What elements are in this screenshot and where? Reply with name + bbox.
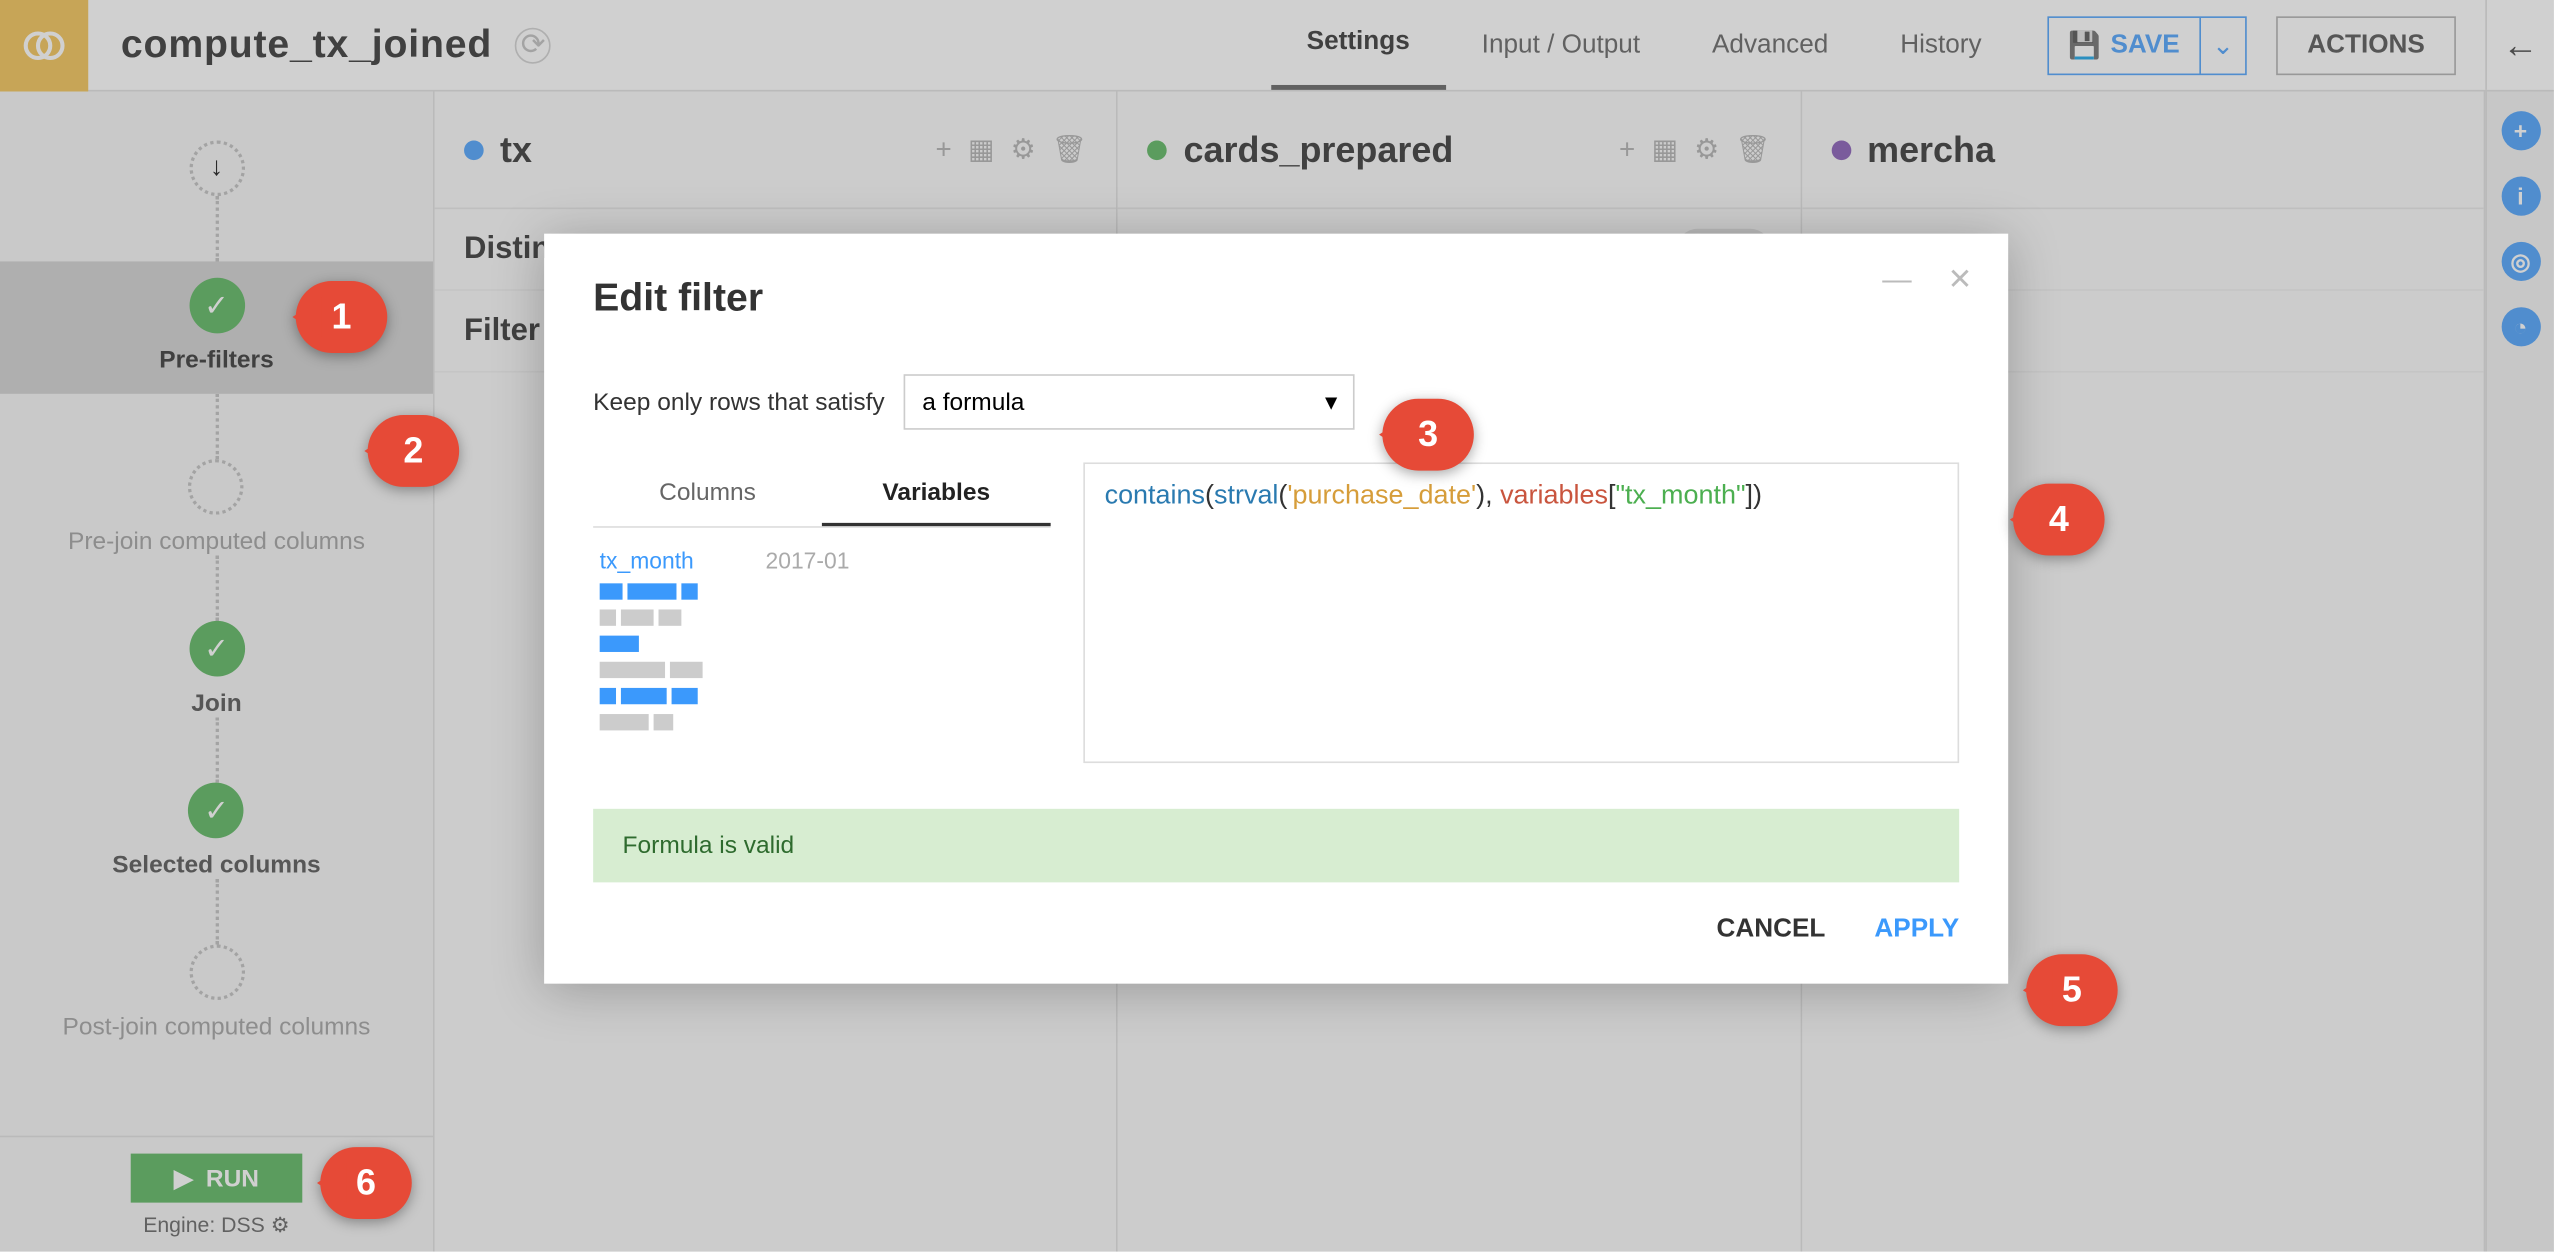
annotation-callout-6: 6 (320, 1147, 412, 1219)
modal-title: Edit filter (593, 276, 1959, 322)
select-value: a formula (922, 388, 1024, 416)
variable-value: 2017-01 (766, 547, 850, 573)
annotation-callout-2: 2 (368, 415, 460, 487)
variables-panel: Columns Variables tx_month 2017-01 (593, 462, 1051, 763)
annotation-callout-1: 1 (296, 281, 388, 353)
formula-valid-banner: Formula is valid (593, 809, 1959, 883)
cancel-button[interactable]: CANCEL (1716, 915, 1825, 944)
apply-button[interactable]: APPLY (1874, 915, 1959, 944)
var-tab-variables[interactable]: Variables (822, 462, 1051, 526)
annotation-callout-3: 3 (1382, 399, 1474, 471)
close-icon[interactable]: ✕ (1948, 263, 1973, 297)
annotation-callout-5: 5 (2026, 954, 2118, 1026)
var-tab-columns[interactable]: Columns (593, 462, 822, 526)
minimize-icon[interactable]: — (1882, 263, 1911, 297)
chevron-down-icon: ▾ (1325, 387, 1337, 416)
formula-editor: Columns Variables tx_month 2017-01 (593, 462, 1959, 763)
annotation-callout-4: 4 (2013, 484, 2105, 556)
edit-filter-modal: — ✕ Edit filter Keep only rows that sati… (544, 234, 2008, 984)
variable-name[interactable]: tx_month (600, 547, 694, 573)
keep-rows-label: Keep only rows that satisfy (593, 388, 885, 416)
sparkline-icon (600, 583, 1044, 730)
filter-type-select[interactable]: a formula ▾ (904, 374, 1355, 430)
formula-input[interactable]: contains(strval('purchase_date'), variab… (1083, 462, 1959, 763)
filter-condition-row: Keep only rows that satisfy a formula ▾ (593, 374, 1959, 430)
